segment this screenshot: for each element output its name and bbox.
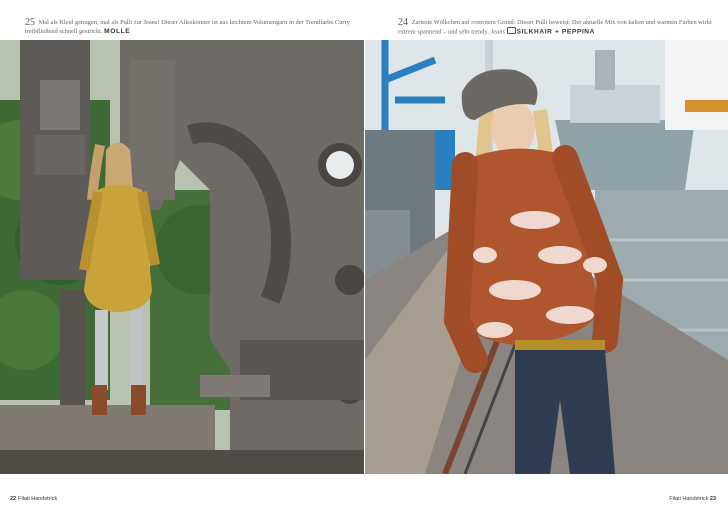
jeans-note: Jeans [490,28,505,36]
page-number: 23 [709,496,716,502]
magazine-name: Filati Handstrick [18,496,58,502]
caption-text: Mal als Kleid getragen, mal als Pulli zu… [25,19,350,35]
photo-curry-dress [0,40,364,474]
caption-number: 24 [398,17,408,28]
photo-rust-sweater [365,40,728,474]
caption-number: 25 [25,17,35,28]
caption-right: 24 Zarteste Wölkchen auf rostrotem Grund… [398,18,728,37]
yarn-brand: MOLLE [104,28,131,35]
page-number: 22 [10,496,17,502]
page-folio-left: 22 Filati Handstrick [10,496,57,502]
yarn-tag-icon [506,27,516,34]
magazine-name: Filati Handstrick [669,496,709,502]
yarn-brand: SILKHAIR + PEPPINA [516,28,595,36]
caption-left: 25 Mal als Kleid getragen, mal als Pulli… [25,18,355,36]
page-folio-right: Filati Handstrick 23 [669,496,718,502]
